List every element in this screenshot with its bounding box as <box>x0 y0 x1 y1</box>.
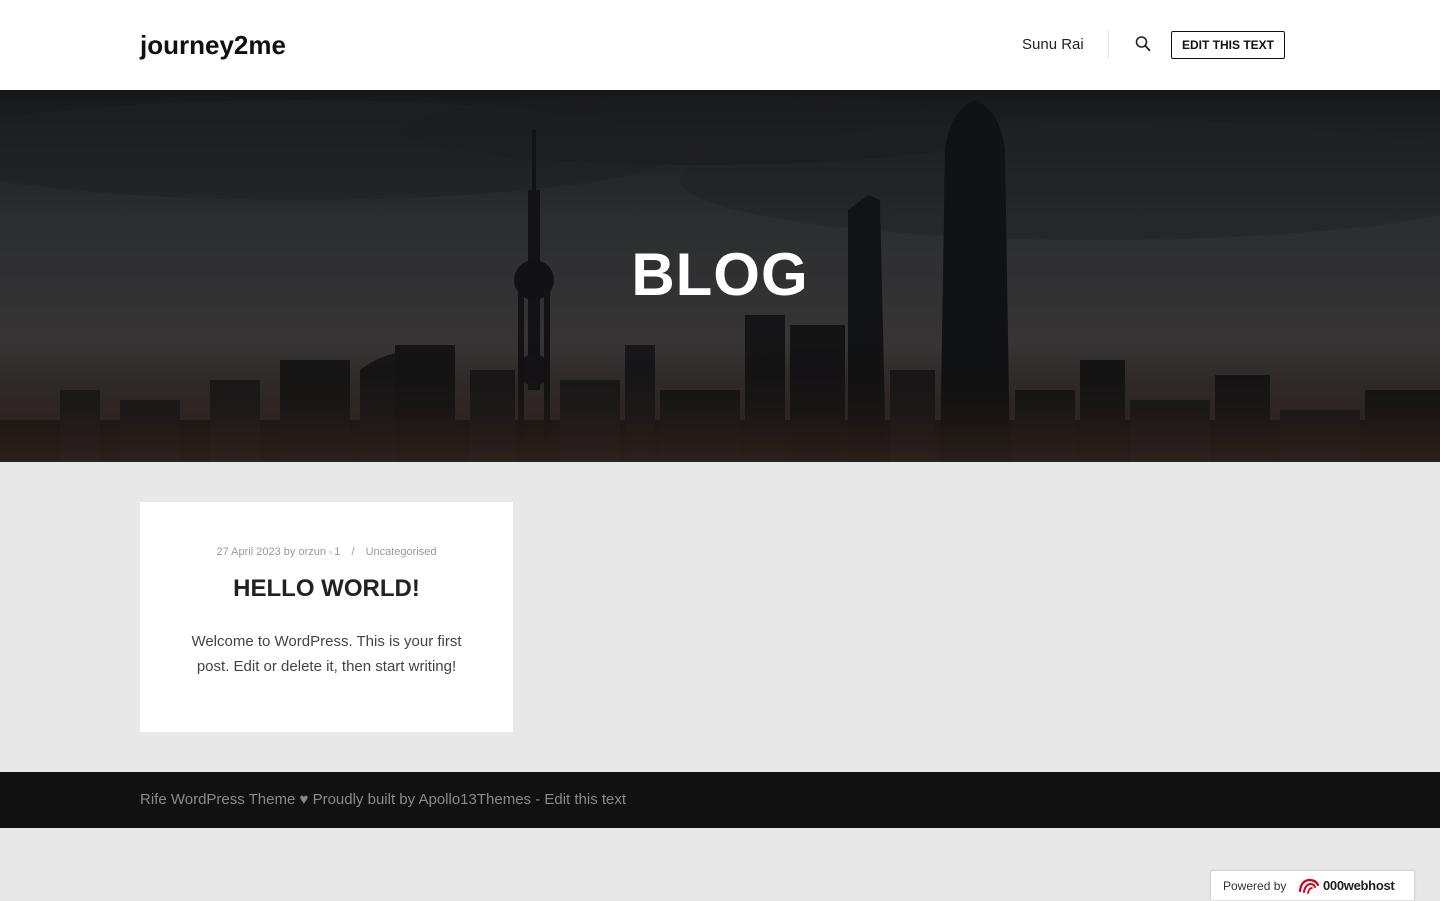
page-title: BLOG <box>631 241 809 308</box>
nav-divider <box>1108 30 1109 59</box>
post-by-label: by <box>283 546 296 558</box>
hero-banner: BLOG <box>0 90 1440 462</box>
meta-separator: / <box>351 546 355 558</box>
000webhost-logo-icon <box>1297 876 1321 896</box>
site-footer: Rife WordPress Theme ♥ Proudly built by … <box>0 772 1440 828</box>
comment-count[interactable]: 1 <box>334 546 340 558</box>
powered-by-badge[interactable]: Powered by 000webhost <box>1210 870 1415 900</box>
post-excerpt: Welcome to WordPress. This is your first… <box>191 633 462 675</box>
site-logo[interactable]: journey2me <box>140 28 286 62</box>
post-date[interactable]: 27 April 2023 <box>216 546 280 558</box>
post-card: 27 April 2023 by orzun ▫ 1 / Uncategorise… <box>140 502 513 732</box>
site-header: journey2me Sunu Rai EDIT THIS TEXT <box>0 0 1440 90</box>
edit-this-text-button[interactable]: EDIT THIS TEXT <box>1171 31 1285 59</box>
footer-credits[interactable]: Rife WordPress Theme ♥ Proudly built by … <box>140 791 626 809</box>
nav-user-name[interactable]: Sunu Rai <box>1022 35 1084 55</box>
comment-icon: ▫ <box>329 547 333 557</box>
post-meta: 27 April 2023 by orzun ▫ 1 / Uncategorise… <box>140 545 513 559</box>
post-author[interactable]: orzun <box>298 546 326 558</box>
post-category[interactable]: Uncategorised <box>366 546 437 558</box>
post-title[interactable]: HELLO WORLD! <box>140 574 513 604</box>
powered-by-label: Powered by <box>1223 879 1287 893</box>
search-icon[interactable] <box>1134 34 1152 54</box>
000webhost-brand-name: 000webhost <box>1323 878 1395 893</box>
